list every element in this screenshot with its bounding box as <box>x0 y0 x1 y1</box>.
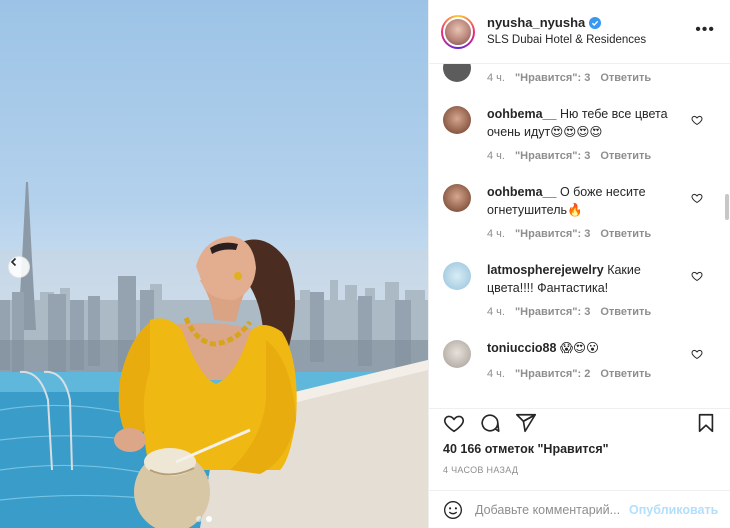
comment-meta: 4 ч. "Нравится": 3 Ответить <box>487 228 651 240</box>
comment-likes[interactable]: "Нравится": 3 <box>515 150 590 162</box>
comment-body: latmospherejewelry Какие цвета!!!! Фанта… <box>487 261 687 297</box>
comment-likes[interactable]: "Нравится": 2 <box>515 368 590 380</box>
commenter-username[interactable]: oohbema__ <box>487 185 556 199</box>
carousel-indicator <box>196 516 212 522</box>
comment-like-heart-icon[interactable] <box>691 348 703 360</box>
comment-body: oohbema__ О боже несите огнетушитель🔥 <box>487 183 687 219</box>
comment-reply-button[interactable]: Ответить <box>600 306 651 318</box>
emoji-smiley-icon[interactable] <box>443 500 463 520</box>
post-photo-illustration <box>0 182 428 528</box>
bookmark-icon[interactable] <box>695 412 717 434</box>
comment-reply-button[interactable]: Ответить <box>600 150 651 162</box>
more-options-button[interactable]: ••• <box>695 22 715 38</box>
comment-time[interactable]: 4 ч. <box>487 306 505 318</box>
share-paper-plane-icon[interactable] <box>515 412 537 434</box>
post-header: nyusha_nyusha SLS Dubai Hotel & Residenc… <box>429 0 730 64</box>
comment-body: oohbema__ Ню тебе все цвета очень идут😍😍… <box>487 105 687 141</box>
author-username-row: nyusha_nyusha <box>487 15 602 30</box>
comment-likes[interactable]: "Нравится": 3 <box>515 228 590 240</box>
comment-likes[interactable]: "Нравится": 3 <box>515 306 590 318</box>
like-heart-icon[interactable] <box>443 412 465 434</box>
commenter-username[interactable]: toniuccio88 <box>487 341 556 355</box>
commenter-username[interactable]: oohbema__ <box>487 107 556 121</box>
carousel-dot-active <box>206 516 212 522</box>
post-photo[interactable] <box>0 0 428 528</box>
post-action-bar <box>429 408 730 440</box>
commenter-avatar[interactable] <box>443 106 471 134</box>
commenter-avatar[interactable] <box>443 184 471 212</box>
post-details-panel: nyusha_nyusha SLS Dubai Hotel & Residenc… <box>428 0 730 528</box>
comment-text: 😱😍😮 <box>559 341 600 355</box>
commenter-avatar[interactable] <box>443 340 471 368</box>
comment-meta: 4 ч. "Нравится": 3 Ответить <box>487 72 651 84</box>
comment-meta: 4 ч. "Нравится": 2 Ответить <box>487 368 651 380</box>
comment-reply-button[interactable]: Ответить <box>600 72 651 84</box>
commenter-avatar[interactable] <box>443 64 471 82</box>
comment-time[interactable]: 4 ч. <box>487 72 505 84</box>
comments-scrollbar[interactable] <box>725 194 729 220</box>
comment-meta: 4 ч. "Нравится": 3 Ответить <box>487 306 651 318</box>
comment-like-heart-icon[interactable] <box>691 114 703 126</box>
comment-time[interactable]: 4 ч. <box>487 368 505 380</box>
carousel-dot <box>196 516 202 522</box>
publish-button[interactable]: Опубликовать <box>629 503 718 517</box>
comment-like-heart-icon[interactable] <box>691 270 703 282</box>
likes-count[interactable]: 40 166 отметок "Нравится" <box>443 442 609 456</box>
comment-reply-button[interactable]: Ответить <box>600 228 651 240</box>
author-username[interactable]: nyusha_nyusha <box>487 15 585 30</box>
commenter-username[interactable]: latmospherejewelry <box>487 263 604 277</box>
comment-bubble-icon[interactable] <box>479 412 501 434</box>
comments-list: 4 ч. "Нравится": 3 Ответить oohbema__ Ню… <box>429 64 730 408</box>
comment-time[interactable]: 4 ч. <box>487 150 505 162</box>
comment-likes[interactable]: "Нравится": 3 <box>515 72 590 84</box>
chevron-left-icon <box>10 257 17 267</box>
carousel-prev-button[interactable] <box>8 256 30 278</box>
comment-reply-button[interactable]: Ответить <box>600 368 651 380</box>
post-timestamp[interactable]: 4 ЧАСОВ НАЗАД <box>443 465 518 475</box>
author-avatar[interactable] <box>441 15 475 49</box>
comment-time[interactable]: 4 ч. <box>487 228 505 240</box>
commenter-avatar[interactable] <box>443 262 471 290</box>
comment-like-heart-icon[interactable] <box>691 192 703 204</box>
comment-meta: 4 ч. "Нравится": 3 Ответить <box>487 150 651 162</box>
comment-body: toniuccio88 😱😍😮 <box>487 339 687 357</box>
post-location[interactable]: SLS Dubai Hotel & Residences <box>487 34 646 46</box>
verified-badge-icon <box>589 16 602 29</box>
comment-input[interactable] <box>475 500 625 520</box>
